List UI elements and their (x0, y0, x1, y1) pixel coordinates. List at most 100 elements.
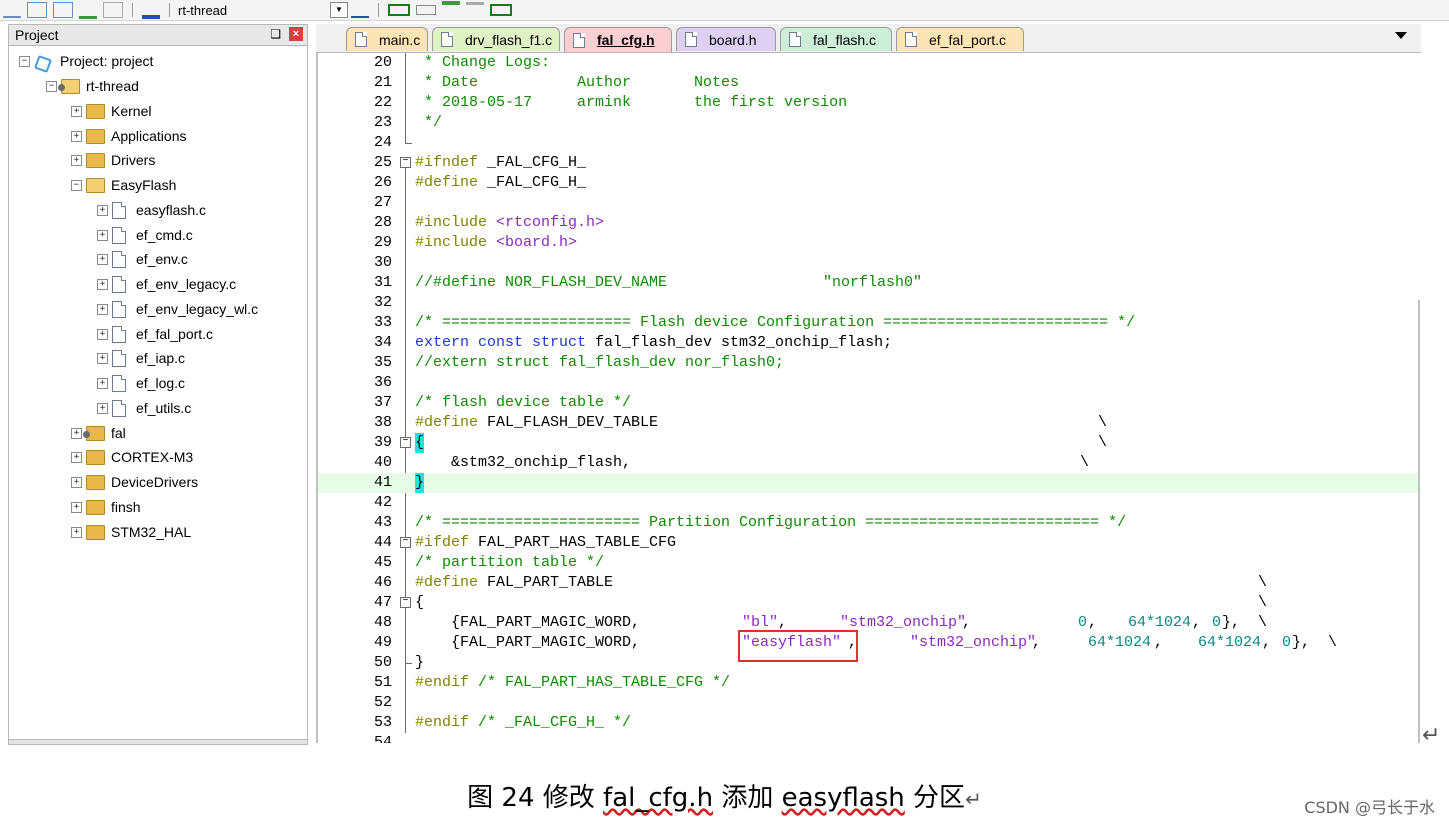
expand-icon[interactable]: + (71, 105, 82, 117)
expand-icon[interactable]: + (97, 229, 108, 241)
tree-item-easyflash[interactable]: − EasyFlash (71, 174, 176, 196)
stop-build-icon[interactable] (103, 2, 123, 18)
tab-board-h[interactable]: board.h (676, 27, 776, 51)
tree-item-file[interactable]: + ef_fal_port.c (97, 323, 213, 345)
tree-item-kernel[interactable]: + Kernel (71, 100, 151, 122)
code-line: 39 − { \ (318, 433, 1418, 453)
expand-icon[interactable]: + (71, 427, 82, 439)
tree-item-file[interactable]: + ef_cmd.c (97, 224, 193, 246)
expand-icon[interactable]: + (71, 451, 82, 463)
expand-icon[interactable]: + (71, 130, 82, 142)
pack-installer-icon[interactable] (442, 1, 460, 19)
tree-item-file[interactable]: + ef_log.c (97, 372, 185, 394)
fold-toggle-icon[interactable]: − (400, 157, 411, 168)
expand-icon[interactable]: + (97, 278, 108, 290)
expand-icon[interactable]: + (97, 253, 108, 265)
code-line: 35 //extern struct fal_flash_dev nor_fla… (318, 353, 1418, 373)
line-number: 35 (373, 354, 392, 371)
tree-item-label: finsh (111, 499, 141, 515)
tree-item-project[interactable]: − Project: project (19, 50, 153, 72)
tree-item-finsh[interactable]: + finsh (71, 496, 141, 518)
code-text: , (1088, 614, 1098, 631)
manage-components-icon[interactable] (388, 4, 410, 16)
run-time-env-icon[interactable] (490, 4, 512, 16)
batch-build-icon[interactable] (53, 2, 73, 18)
target-select[interactable]: rt-thread (178, 3, 328, 18)
line-number: 21 (373, 74, 392, 91)
expand-icon[interactable]: + (97, 352, 108, 364)
code-number: 64*1024 (1198, 634, 1262, 651)
code-line: 24 (318, 133, 1418, 153)
code-line: 54 (318, 733, 1418, 743)
tree-item-fal[interactable]: + fal (71, 422, 126, 444)
tree-item-drivers[interactable]: + Drivers (71, 149, 155, 171)
collapse-icon[interactable]: − (19, 55, 30, 67)
fold-toggle-icon[interactable]: − (400, 537, 411, 548)
expand-icon[interactable]: + (97, 402, 108, 414)
collapse-icon[interactable]: − (46, 80, 57, 92)
pin-icon[interactable]: ❑ (270, 27, 281, 41)
fold-toggle-icon[interactable]: − (400, 437, 411, 448)
tab-main-c[interactable]: main.c (346, 27, 428, 51)
target-options-icon[interactable] (351, 2, 369, 18)
code-number: 64*1024 (1128, 614, 1192, 631)
expand-icon[interactable]: + (71, 526, 82, 538)
line-continuation: \ (1328, 634, 1338, 651)
tree-item-label: Project: project (60, 53, 154, 69)
tab-fal-cfg-h[interactable]: fal_cfg.h (564, 27, 672, 52)
code-text: * Date Author Notes (424, 74, 740, 91)
tree-item-file[interactable]: + easyflash.c (97, 199, 206, 221)
expand-icon[interactable]: + (97, 303, 108, 315)
panel-horizontal-scrollbar[interactable] (9, 739, 307, 744)
tree-item-label: fal (111, 425, 126, 441)
tree-item-label: easyflash.c (136, 202, 207, 218)
code-text: {FAL_PART_MAGIC_WORD, (415, 614, 641, 631)
editor-vertical-scrollbar[interactable] (1418, 300, 1420, 743)
c-file-icon (112, 325, 126, 343)
expand-icon[interactable]: + (97, 204, 108, 216)
code-text: }, (1292, 634, 1311, 651)
tree-item-cortex-m3[interactable]: + CORTEX-M3 (71, 446, 193, 468)
tabs-dropdown-icon[interactable] (1395, 32, 1407, 39)
line-number: 51 (373, 674, 392, 691)
select-packs-icon[interactable] (466, 1, 484, 19)
tree-item-label: EasyFlash (111, 177, 177, 193)
tab-ef-fal-port-c[interactable]: ef_fal_port.c (896, 27, 1024, 51)
expand-icon[interactable]: + (71, 154, 82, 166)
code-area[interactable]: 20 * Change Logs: 21 * Date Author Notes… (318, 53, 1421, 743)
download-icon[interactable] (142, 1, 160, 19)
code-text: * 2018-05-17 armink the first version (424, 94, 848, 111)
translate-icon[interactable] (79, 2, 97, 19)
tree-item-applications[interactable]: + Applications (71, 125, 187, 147)
tab-fal-flash-c[interactable]: fal_flash.c (780, 27, 892, 51)
fold-toggle-icon[interactable]: − (400, 597, 411, 608)
expand-icon[interactable]: + (71, 476, 82, 488)
rebuild-icon[interactable] (27, 2, 47, 18)
build-icon[interactable] (3, 2, 21, 18)
code-text: extern const struct fal_flash_dev stm32_… (415, 334, 893, 351)
collapse-icon[interactable]: − (71, 179, 82, 191)
code-line: 36 (318, 373, 1418, 393)
tree-item-stm32-hal[interactable]: + STM32_HAL (71, 521, 191, 543)
tree-item-devicedrivers[interactable]: + DeviceDrivers (71, 471, 198, 493)
line-number: 26 (373, 174, 392, 191)
tree-item-file[interactable]: + ef_env_legacy.c (97, 273, 236, 295)
file-extensions-icon[interactable] (416, 5, 436, 15)
expand-icon[interactable]: + (97, 377, 108, 389)
line-number: 53 (373, 714, 392, 731)
tree-item-file[interactable]: + ef_utils.c (97, 397, 191, 419)
expand-icon[interactable]: + (97, 328, 108, 340)
c-file-icon (112, 399, 126, 417)
code-line: 23 */ (318, 113, 1418, 133)
tree-item-file[interactable]: + ef_env.c (97, 248, 188, 270)
toolbar-separator (378, 3, 379, 17)
tree-item-label: rt-thread (86, 78, 139, 94)
chevron-down-icon[interactable]: ▼ (330, 2, 348, 18)
tree-item-file[interactable]: + ef_iap.c (97, 347, 185, 369)
close-icon[interactable]: × (289, 27, 303, 41)
tree-item-rt-thread[interactable]: − rt-thread (46, 75, 139, 97)
tree-item-label: ef_env.c (136, 251, 188, 267)
expand-icon[interactable]: + (71, 501, 82, 513)
tree-item-file[interactable]: + ef_env_legacy_wl.c (97, 298, 258, 320)
tab-drv-flash-f1-c[interactable]: drv_flash_f1.c (432, 27, 560, 51)
